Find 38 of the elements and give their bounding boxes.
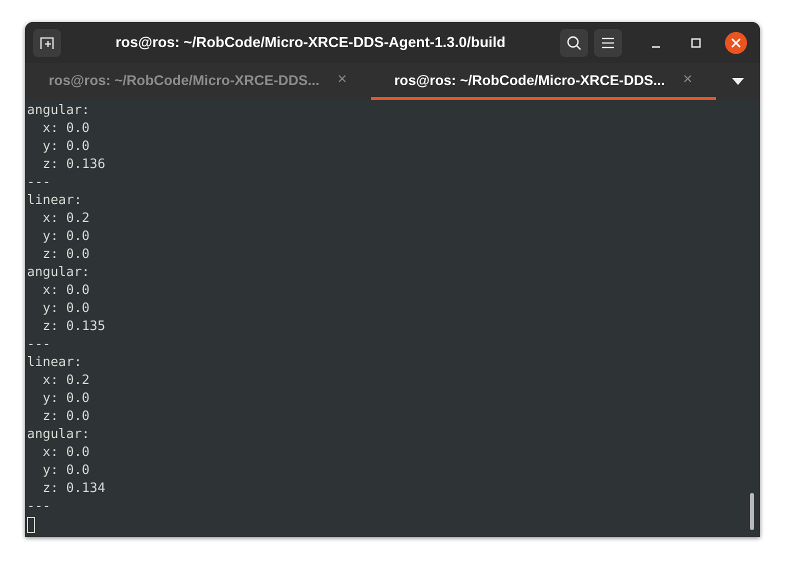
text-cursor <box>27 517 35 533</box>
terminal-line: --- <box>27 336 50 354</box>
terminal-line: --- <box>27 174 50 192</box>
terminal-line: z: 0.0 <box>42 408 90 426</box>
terminal-line: x: 0.0 <box>42 444 90 462</box>
terminal-line: z: 0.135 <box>42 318 106 336</box>
menu-icon <box>601 36 615 48</box>
search-icon <box>566 34 582 50</box>
terminal-line: z: 0.0 <box>42 246 90 264</box>
terminal-line: y: 0.0 <box>42 390 90 408</box>
scrollbar-thumb[interactable] <box>750 493 754 530</box>
terminal-line: angular: <box>27 264 90 282</box>
menu-button[interactable] <box>594 28 622 56</box>
terminal-line: angular: <box>27 102 90 120</box>
terminal-line: x: 0.2 <box>42 372 90 390</box>
terminal-line: linear: <box>27 192 82 210</box>
terminal-line: y: 0.0 <box>42 228 90 246</box>
terminal-line: x: 0.0 <box>42 120 90 138</box>
terminal-line: y: 0.0 <box>42 462 90 480</box>
new-tab-icon <box>39 34 55 50</box>
minimize-icon <box>651 46 661 48</box>
search-button[interactable] <box>560 28 588 56</box>
terminal-line: y: 0.0 <box>42 138 90 156</box>
close-icon <box>725 32 747 54</box>
new-tab-button[interactable] <box>33 28 61 56</box>
tab-close-button[interactable]: × <box>337 71 347 89</box>
terminal-line: y: 0.0 <box>42 300 90 318</box>
maximize-icon <box>691 38 701 48</box>
terminal-line: z: 0.134 <box>42 480 106 498</box>
terminal-line: z: 0.136 <box>42 156 106 174</box>
caret-icon <box>732 78 744 85</box>
terminal-line: --- <box>27 498 50 516</box>
terminal-line: x: 0.0 <box>42 282 90 300</box>
terminal-line: angular: <box>27 426 90 444</box>
terminal-line: x: 0.2 <box>42 210 90 228</box>
window-title: ros@ros: ~/RobCode/Micro-XRCE-DDS-Agent-1.3.0/build <box>114 34 506 50</box>
tab-close-button[interactable]: × <box>682 71 692 89</box>
terminal-line: linear: <box>27 354 82 372</box>
